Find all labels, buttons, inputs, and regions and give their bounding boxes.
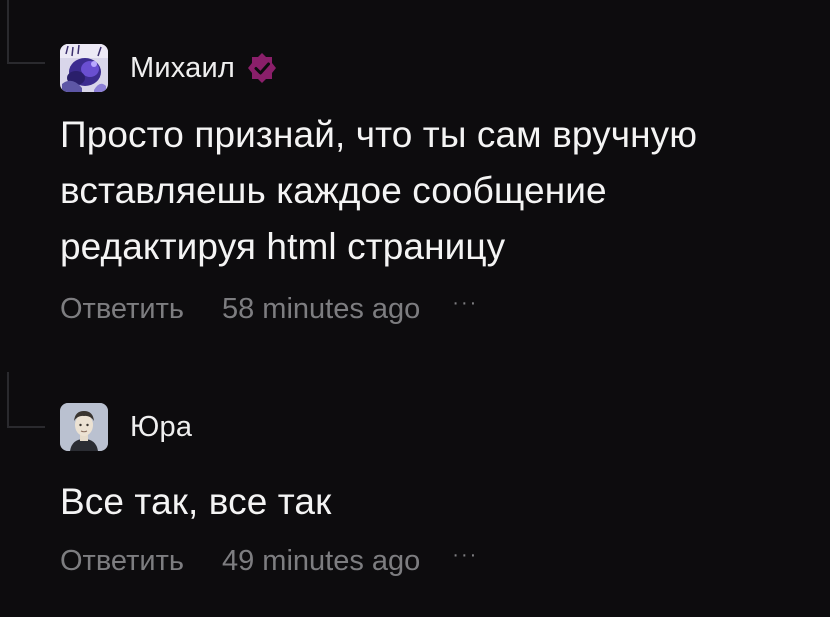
author-name[interactable]: Юра [130,411,192,444]
comment-text: Все так, все так [60,474,810,530]
comment-text-line: вставляешь каждое сообщение [60,170,607,211]
comment-text-line: Все так, все так [60,481,332,522]
thread-line-top [7,0,9,64]
thread-connector-2 [7,426,45,428]
comment-actions: Ответить 58 minutes ago ··· [60,292,810,326]
comment-mikhail: Михаил Просто признай, что ты сам вручну… [60,44,810,326]
avatar[interactable] [60,44,108,92]
timestamp[interactable]: 49 minutes ago [222,545,420,578]
avatar[interactable] [60,403,108,451]
comment-actions: Ответить 49 minutes ago ··· [60,544,810,578]
reply-button[interactable]: Ответить [60,293,184,326]
more-options-icon[interactable]: ··· [452,544,478,567]
author-name[interactable]: Михаил [130,52,235,85]
reply-button[interactable]: Ответить [60,545,184,578]
thread-connector-1 [7,62,45,64]
thread-line-middle [7,372,9,428]
timestamp[interactable]: 58 minutes ago [222,293,420,326]
comment-text: Просто признай, что ты сам вручную встав… [60,107,810,275]
more-options-icon[interactable]: ··· [452,292,478,315]
comment-text-line: Просто признай, что ты сам вручную [60,114,698,155]
verified-badge-icon [245,51,279,85]
comment-yura: Юра Все так, все так Ответить 49 minutes… [60,403,810,578]
comment-header: Юра [60,403,810,451]
portrait-avatar-icon [60,403,108,451]
comment-header: Михаил [60,44,810,92]
comment-text-line: редактируя html страницу [60,226,506,267]
purple-art-avatar-icon [60,44,108,92]
